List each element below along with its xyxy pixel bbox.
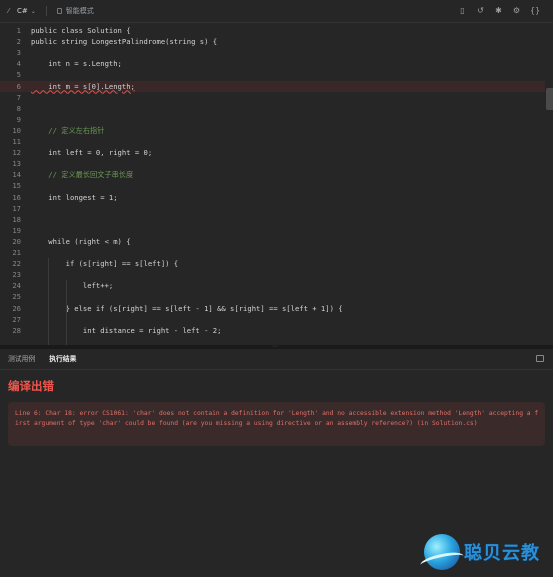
smart-mode-toggle[interactable]: 智能模式 — [56, 6, 94, 16]
gear-icon[interactable]: ⚙ — [512, 6, 521, 15]
code-line[interactable]: 6 int m = s[0].Length; — [0, 80, 545, 92]
code-text: // 定义最长回文子串长度 — [31, 170, 134, 180]
toolbar-divider — [45, 6, 47, 16]
code-brackets-icon[interactable]: {} — [530, 6, 540, 15]
line-number: 2 — [16, 37, 21, 47]
code-text: public string LongestPalindrome(string s… — [31, 37, 218, 47]
language-select[interactable]: ⁄ C# ⌄ — [8, 7, 36, 15]
code-line[interactable]: 24 left++; — [0, 280, 545, 291]
tab-execution-result[interactable]: 执行结果 — [49, 349, 76, 369]
line-number: 6 — [16, 81, 21, 91]
line-number: 23 — [12, 270, 21, 280]
line-number: 8 — [16, 103, 21, 113]
line-number: 16 — [12, 192, 21, 202]
line-number: 9 — [16, 114, 21, 124]
globe-logo-icon — [419, 534, 465, 572]
smart-mode-label: 智能模式 — [65, 7, 94, 15]
bookmark-icon[interactable]: ▯ — [458, 6, 467, 15]
line-number: 5 — [16, 70, 21, 80]
indent-guide — [66, 280, 67, 345]
lock-icon — [56, 8, 62, 14]
line-number: 4 — [16, 59, 21, 69]
code-text: public class Solution { — [31, 26, 131, 35]
code-line[interactable]: 11 — [0, 136, 545, 147]
watermark-text: 聪贝云教 — [464, 543, 540, 564]
code-line[interactable]: 16 int longest = 1; — [0, 192, 545, 203]
line-number: 7 — [16, 92, 21, 102]
code-line[interactable]: 27 — [0, 314, 545, 325]
code-text: int n = s.Length; — [31, 59, 122, 69]
indent-guide — [48, 258, 49, 345]
line-number: 15 — [12, 181, 21, 191]
line-number: 12 — [12, 148, 21, 158]
code-line[interactable]: 21 — [0, 247, 545, 258]
code-area[interactable]: 1 public class Solution { 2 public string L… — [0, 22, 545, 345]
code-line[interactable]: 2 public string LongestPalindrome(string … — [0, 36, 545, 47]
lock-icon: ⁄ — [8, 7, 10, 15]
code-line[interactable]: 28 int distance = right - left - 2; — [0, 325, 545, 336]
code-text: int distance = right - left - 2; — [31, 325, 222, 335]
code-line[interactable]: 25 — [0, 291, 545, 302]
line-number: 13 — [12, 159, 21, 169]
code-text: int longest = 1; — [31, 192, 118, 202]
error-message-text: Line 6: Char 18: error CS1061: 'char' do… — [15, 410, 539, 427]
code-line[interactable]: 26 } else if (s[right] == s[left - 1] &&… — [0, 303, 545, 314]
code-line[interactable]: 1 public class Solution { — [0, 25, 545, 36]
code-line[interactable]: 9 — [0, 114, 545, 125]
reset-icon[interactable]: ↺ — [476, 6, 485, 15]
code-line[interactable]: 5 — [0, 69, 545, 80]
chevron-down-icon: ⌄ — [30, 7, 36, 15]
line-number: 22 — [12, 259, 21, 269]
code-line[interactable]: 15 — [0, 180, 545, 191]
code-line[interactable]: 17 — [0, 203, 545, 214]
code-line[interactable]: 22 if (s[right] == s[left]) { — [0, 258, 545, 269]
settings-tools-icon[interactable]: ✱ — [494, 6, 503, 15]
code-line[interactable]: 8 — [0, 103, 545, 114]
line-number: 24 — [12, 281, 21, 291]
watermark-logo: 聪贝云教 — [419, 534, 540, 572]
result-tabs: 测试用例 执行结果 — [0, 349, 553, 370]
code-text: int m = s[0].Length; — [31, 81, 135, 91]
code-text: left++; — [31, 281, 114, 291]
code-line[interactable]: 14 // 定义最长回文子串长度 — [0, 169, 545, 180]
line-number: 27 — [12, 314, 21, 324]
line-number: 25 — [12, 292, 21, 302]
line-number: 17 — [12, 203, 21, 213]
code-text: while (right < m) { — [31, 236, 131, 246]
code-text: if (s[right] == s[left]) { — [31, 259, 179, 269]
language-label: C# — [17, 7, 28, 15]
editor-toolbar: ⁄ C# ⌄ 智能模式 ▯ ↺ ✱ ⚙ {} — [0, 0, 553, 23]
code-line[interactable]: 13 — [0, 158, 545, 169]
error-message-box: Line 6: Char 18: error CS1061: 'char' do… — [8, 402, 545, 446]
code-editor-panel: ⁄ C# ⌄ 智能模式 ▯ ↺ ✱ ⚙ {} 1 public class Sol… — [0, 0, 553, 345]
code-line[interactable]: 10 // 定义左右指针 — [0, 125, 545, 136]
line-number: 3 — [16, 48, 21, 58]
line-number: 19 — [12, 225, 21, 235]
code-line[interactable]: 19 — [0, 225, 545, 236]
line-number: 1 — [16, 26, 21, 35]
tab-test-cases[interactable]: 测试用例 — [8, 349, 35, 369]
line-number: 28 — [12, 325, 21, 335]
line-number: 18 — [12, 214, 21, 224]
line-number: 11 — [12, 137, 21, 146]
result-title: 编译出错 — [8, 379, 54, 393]
code-line[interactable]: 20 while (right < m) { — [0, 236, 545, 247]
code-line[interactable]: 7 — [0, 92, 545, 103]
code-line[interactable]: 4 int n = s.Length; — [0, 58, 545, 69]
code-line[interactable]: 12 int left = 0, right = 0; — [0, 147, 545, 158]
line-number: 21 — [12, 248, 21, 257]
code-line[interactable]: 23 — [0, 269, 545, 280]
scrollbar-handle[interactable] — [546, 88, 553, 110]
code-text: } else if (s[right] == s[left - 1] && s[… — [31, 303, 343, 313]
line-number: 20 — [12, 236, 21, 246]
toolbar-actions: ▯ ↺ ✱ ⚙ {} — [458, 6, 540, 15]
line-number: 26 — [12, 303, 21, 313]
line-number: 10 — [12, 125, 21, 135]
code-line[interactable]: 3 — [0, 47, 545, 58]
code-text: int left = 0, right = 0; — [31, 148, 153, 158]
code-line[interactable]: 18 — [0, 214, 545, 225]
panel-toggle-icon[interactable] — [536, 355, 544, 362]
line-number: 14 — [12, 170, 21, 180]
code-text: // 定义左右指针 — [31, 125, 105, 135]
